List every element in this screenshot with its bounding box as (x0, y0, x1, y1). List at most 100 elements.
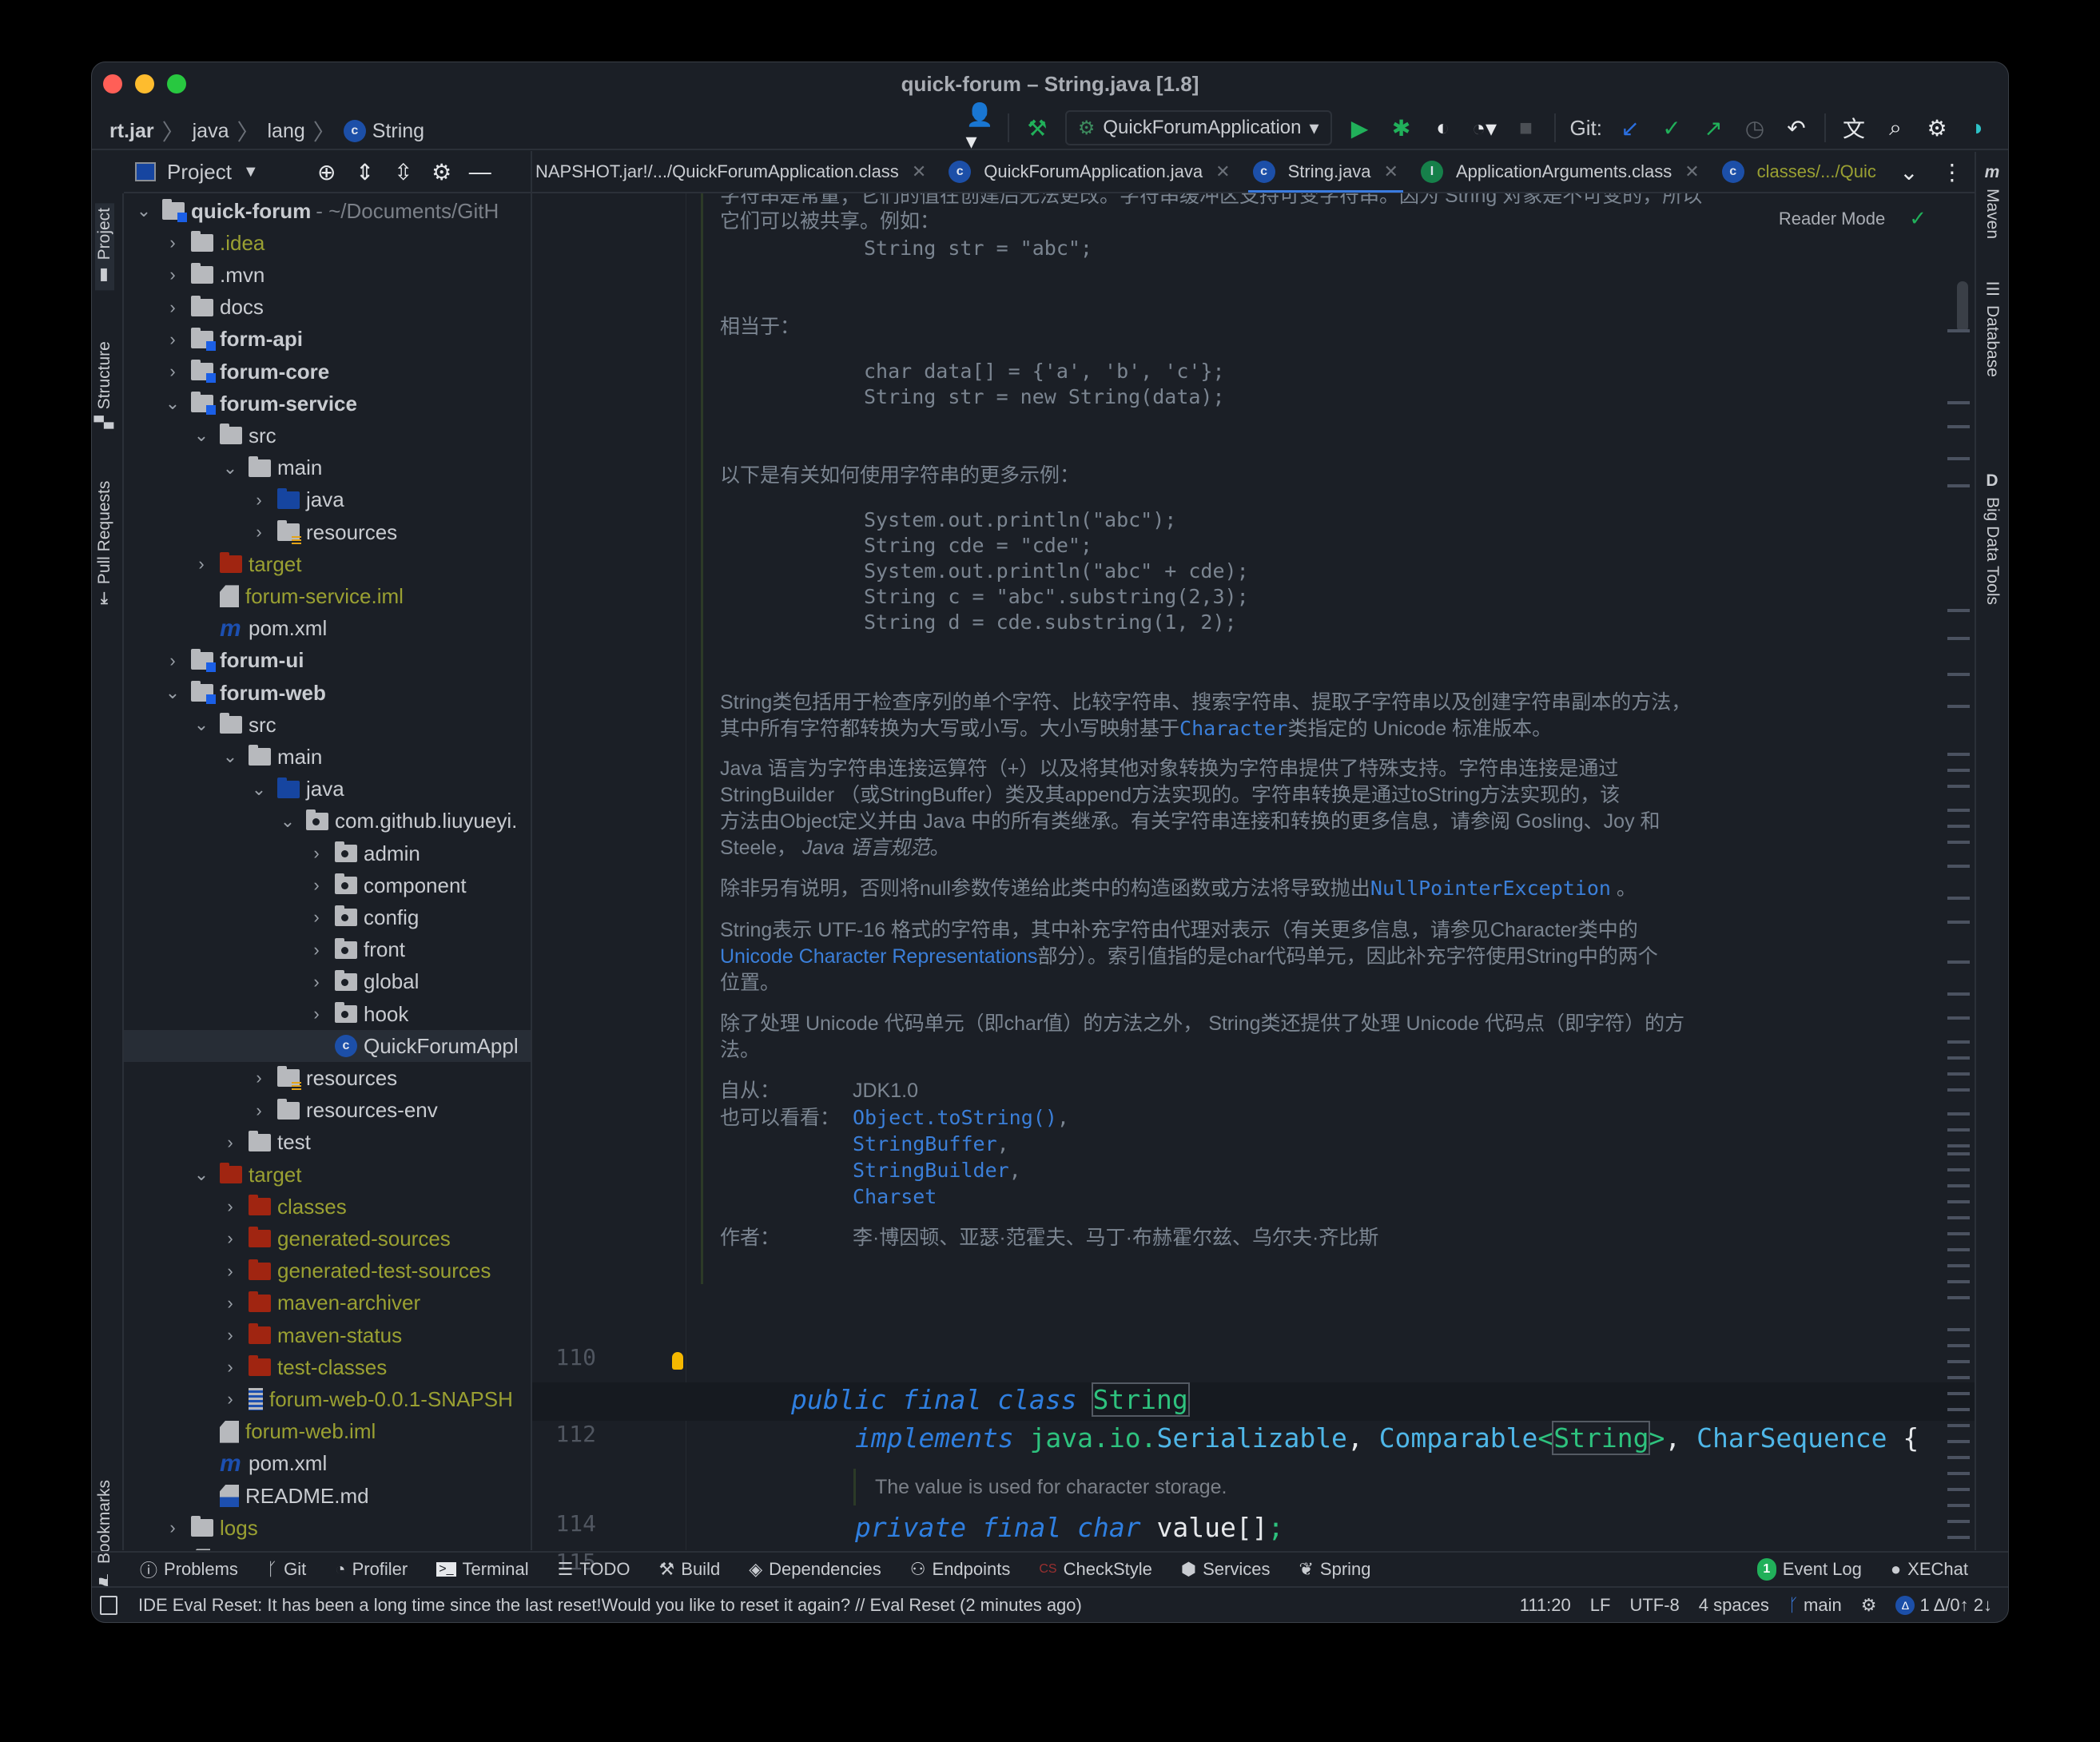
chevron-right-icon[interactable]: › (308, 875, 325, 896)
chevron-right-icon[interactable]: › (221, 1196, 239, 1217)
build-hammer-icon[interactable]: ⚒ (1024, 114, 1051, 141)
tool-todo[interactable]: ☰ TODO (558, 1559, 630, 1580)
error-stripe-marker[interactable] (1947, 1264, 1970, 1267)
error-stripe-marker[interactable] (1947, 637, 1970, 640)
error-stripe-marker[interactable] (1947, 1360, 1970, 1363)
tree-item[interactable]: ⌄ src (124, 709, 531, 741)
tree-item[interactable]: › logs (124, 1512, 531, 1544)
tool-services[interactable]: ⬢ Services (1181, 1559, 1271, 1580)
tree-item[interactable]: ⌄ forum-service (124, 388, 531, 420)
chevron-right-icon[interactable]: › (164, 1517, 181, 1538)
error-stripe-marker[interactable] (1947, 1128, 1970, 1132)
expand-all-icon[interactable]: ⇕ (352, 158, 379, 185)
close-window-button[interactable] (103, 74, 122, 93)
error-stripe-marker[interactable] (1947, 785, 1970, 788)
tree-item[interactable]: › resources (124, 516, 531, 548)
status-message[interactable]: IDE Eval Reset: It has been a long time … (138, 1595, 1082, 1616)
code-editor[interactable]: Reader Mode ✓ 字符串是常量；它们的值在创建后无法更改。字符串缓冲区… (686, 193, 1975, 1550)
file-encoding[interactable]: UTF-8 (1629, 1595, 1679, 1616)
chevron-right-icon[interactable]: › (221, 1228, 239, 1249)
project-view-select[interactable]: Project (167, 160, 232, 185)
error-stripe-marker[interactable] (1947, 401, 1970, 404)
user-icon[interactable]: 👤▾ (965, 102, 993, 153)
tree-item[interactable]: › hook (124, 998, 531, 1030)
error-stripe-marker[interactable] (1947, 329, 1970, 332)
error-stripe-marker[interactable] (1947, 1016, 1970, 1020)
error-stripe-marker[interactable] (1947, 1216, 1970, 1219)
tree-item[interactable]: ⌄ main (124, 452, 531, 484)
chevron-down-icon[interactable]: ⌄ (193, 714, 210, 735)
history-clock-icon[interactable]: ◷ (1741, 114, 1768, 141)
tool-window-database[interactable]: ☰ Database (1983, 280, 2002, 377)
tree-item[interactable]: m pom.xml (124, 1448, 531, 1480)
breadcrumb-item[interactable]: rt.jar (109, 120, 154, 143)
error-stripe-marker[interactable] (1947, 865, 1970, 868)
chevron-down-icon[interactable]: ⌄ (250, 779, 268, 800)
inspection-settings-icon[interactable]: ⚙ (1861, 1595, 1877, 1616)
chevron-down-icon[interactable]: ▼ (243, 163, 259, 181)
intention-bulb-icon[interactable] (672, 1352, 683, 1370)
tree-item[interactable]: › form-api (124, 324, 531, 356)
tree-item[interactable]: ⌄ src (124, 420, 531, 451)
tree-item[interactable]: › config (124, 901, 531, 933)
error-stripe-marker[interactable] (1947, 1504, 1970, 1507)
error-stripe-marker[interactable] (1947, 921, 1970, 924)
close-tab-icon[interactable]: ✕ (1384, 161, 1398, 182)
error-stripe-marker[interactable] (1947, 1456, 1970, 1459)
tool-git[interactable]: ᚴ Git (267, 1559, 306, 1580)
chevron-right-icon[interactable]: › (221, 1357, 239, 1378)
error-stripe-marker[interactable] (1947, 484, 1970, 487)
error-stripe-marker[interactable] (1947, 1248, 1970, 1251)
git-update-icon[interactable]: ↙ (1617, 114, 1644, 141)
tool-window-big-data-tools[interactable]: D Big Data Tools (1983, 471, 2002, 605)
chevron-right-icon[interactable]: › (250, 490, 268, 511)
unicode-representations-link[interactable]: Unicode Character Representations (720, 945, 1037, 968)
tree-item[interactable]: ⌄ quick-forum - ~/Documents/GitH (124, 195, 531, 227)
minimize-window-button[interactable] (135, 74, 154, 93)
chevron-right-icon[interactable]: › (221, 1325, 239, 1346)
chevron-right-icon[interactable]: › (308, 940, 325, 960)
editor-scrollbar-thumb[interactable] (1957, 281, 1968, 332)
tree-item[interactable]: › generated-test-sources (124, 1255, 531, 1287)
git-commit-icon[interactable]: ✓ (1658, 114, 1685, 141)
git-branch-widget[interactable]: ᚴ main (1788, 1595, 1842, 1616)
error-stripe-marker[interactable] (1947, 992, 1970, 996)
error-stripe-marker[interactable] (1947, 673, 1970, 676)
editor-tab-active[interactable]: c String.java ✕ (1242, 151, 1410, 193)
caret-position[interactable]: 111:20 (1520, 1595, 1571, 1616)
tool-window-maven[interactable]: m Maven (1983, 163, 2002, 239)
error-stripe-marker[interactable] (1947, 1520, 1970, 1523)
reader-mode-toggle[interactable]: Reader Mode ✓ (1779, 206, 1927, 231)
tool-xechat[interactable]: ● XEChat (1891, 1559, 1968, 1580)
search-icon[interactable]: ⌕ (1882, 114, 1909, 141)
tree-item[interactable]: c QuickForumAppl (124, 1030, 531, 1063)
error-stripe-marker[interactable] (1947, 960, 1970, 964)
chevron-right-icon[interactable]: › (164, 264, 181, 285)
tree-item[interactable]: › classes (124, 1191, 531, 1223)
more-options-icon[interactable]: ⋮ (1939, 158, 1966, 185)
error-stripe-marker[interactable] (1947, 609, 1970, 612)
git-push-icon[interactable]: ↗ (1700, 114, 1727, 141)
error-stripe-marker[interactable] (1947, 1088, 1970, 1092)
error-stripe-marker[interactable] (1947, 809, 1970, 812)
error-stripe-marker[interactable] (1947, 1072, 1970, 1076)
tree-item[interactable]: › maven-archiver (124, 1287, 531, 1319)
zoom-window-button[interactable] (167, 74, 186, 93)
settings-gear-icon[interactable]: ⚙ (1923, 114, 1951, 141)
tree-item[interactable]: › forum-core (124, 356, 531, 388)
tree-item[interactable]: .gitignore (124, 1544, 531, 1550)
error-stripe-marker[interactable] (1947, 1168, 1970, 1171)
tree-item[interactable]: ⌄ java (124, 774, 531, 805)
close-tab-icon[interactable]: ✕ (1215, 161, 1230, 182)
see-also-link[interactable]: StringBuilder (853, 1159, 1009, 1182)
error-stripe-marker[interactable] (1947, 1488, 1970, 1491)
error-stripe-marker[interactable] (1947, 1144, 1970, 1147)
editor-tab[interactable]: I ApplicationArguments.class ✕ (1410, 151, 1711, 193)
chevron-right-icon[interactable]: › (164, 233, 181, 253)
chevron-right-icon[interactable]: › (221, 1293, 239, 1314)
tree-item[interactable]: forum-service.iml (124, 580, 531, 612)
rollback-icon[interactable]: ↶ (1783, 114, 1810, 141)
error-stripe-marker[interactable] (1947, 1184, 1970, 1187)
vcs-changes-widget[interactable]: Δ1 Δ/0↑ 2↓ (1895, 1595, 1992, 1616)
tree-item[interactable]: › java (124, 484, 531, 516)
